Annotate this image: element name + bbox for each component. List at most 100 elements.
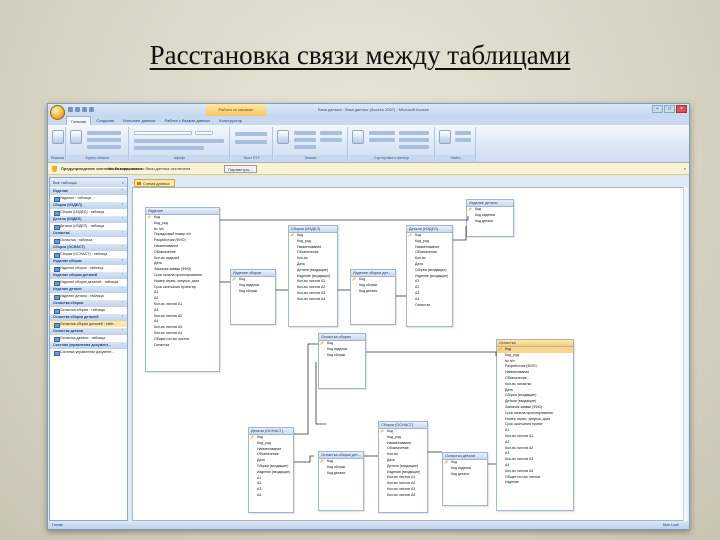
selection-button[interactable]: [399, 131, 429, 135]
nav-table-item[interactable]: Оснастка сборки деталей : табл...: [50, 321, 127, 328]
nav-group-header[interactable]: Система управления документ... ⌃: [50, 342, 127, 349]
spelling-button[interactable]: [320, 138, 342, 142]
delete-record-button[interactable]: [294, 145, 316, 149]
nav-group-header[interactable]: Оснастка детали ⌃: [50, 328, 127, 335]
relationship-table[interactable]: Детали (ИЗДЕЛ)КодКод_родНаименованиеОбоз…: [406, 225, 453, 327]
table-title[interactable]: Изделие сборки: [231, 270, 275, 277]
font-name-select[interactable]: [134, 131, 192, 135]
nav-table-item[interactable]: Изделие сборки деталей : таблица: [50, 279, 127, 286]
nav-table-item[interactable]: Оснастка сборки : таблица: [50, 307, 127, 314]
nav-table-item[interactable]: Изделие : таблица: [50, 195, 127, 202]
table-title[interactable]: Оснастка сборки дет...: [319, 452, 363, 459]
table-title[interactable]: Изделие сборки дет...: [351, 270, 395, 277]
sort-asc-button[interactable]: [369, 131, 395, 135]
relationship-table[interactable]: Изделие деталиКодКод изделияКод детали: [466, 199, 514, 237]
cut-button[interactable]: [87, 131, 121, 135]
maximize-icon[interactable]: □: [664, 105, 675, 113]
save-record-button[interactable]: [294, 138, 316, 142]
filter-icon[interactable]: [352, 130, 364, 144]
relationship-table[interactable]: Сборки (ИЗДЕЛ)КодКод_родНаименованиеОбоз…: [288, 225, 338, 327]
table-field[interactable]: Код детали: [443, 472, 487, 478]
table-field[interactable]: Изделие: [497, 480, 573, 486]
nav-table-item[interactable]: Детали (ИЗДЕЛ) : таблица: [50, 223, 127, 230]
tab-design[interactable]: Конструктор: [215, 116, 246, 125]
collapse-icon[interactable]: ⌃: [121, 342, 124, 349]
office-button-icon[interactable]: [50, 105, 65, 120]
doc-tab-relationships[interactable]: Схема данных: [134, 179, 176, 187]
nav-group-header[interactable]: Сборки (ИЗДЕЛ) ⌃: [50, 202, 127, 209]
nav-group-header[interactable]: Изделие ⌃: [50, 188, 127, 195]
replace-button[interactable]: [455, 131, 471, 135]
new-record-button[interactable]: [294, 131, 316, 135]
relationship-table[interactable]: Оснастка сборки дет...КодКод сборкиКод д…: [318, 451, 364, 511]
font-color-buttons[interactable]: [134, 146, 204, 150]
advanced-filter-button[interactable]: [399, 138, 429, 142]
nav-group-header[interactable]: Детали (ИЗДЕЛ) ⌃: [50, 216, 127, 223]
collapse-icon[interactable]: ⌃: [121, 272, 124, 279]
nav-group-header[interactable]: Изделие детали ⌃: [50, 286, 127, 293]
security-options-button[interactable]: Параметры...: [224, 165, 257, 173]
table-field[interactable]: Кол-во листов А4: [289, 297, 337, 303]
sort-desc-button[interactable]: [369, 138, 395, 142]
nav-group-header[interactable]: Изделие сборки ⌃: [50, 258, 127, 265]
relationship-table[interactable]: ОснасткаКодКод_род№ п/пРазработчик (ФИО)…: [496, 339, 574, 511]
vertical-scrollbar[interactable]: [683, 187, 688, 521]
table-title[interactable]: Сборки (ОСНАСТ): [379, 422, 427, 429]
nav-table-item[interactable]: Система управления документ...: [50, 349, 127, 356]
relationship-table[interactable]: ИзделиеКодКод_род№ п/пПорядковый номер п…: [145, 207, 220, 372]
table-field[interactable]: Кол-во листов А4: [379, 493, 427, 499]
collapse-icon[interactable]: ⌃: [121, 188, 124, 195]
collapse-icon[interactable]: ⌃: [121, 202, 124, 209]
relationship-table[interactable]: Оснастка деталиКодКод изделияКод детали: [442, 452, 488, 506]
copy-button[interactable]: [87, 138, 121, 142]
collapse-icon[interactable]: ⌃: [121, 286, 124, 293]
nav-table-item[interactable]: Изделие сборки : таблица: [50, 265, 127, 272]
nav-group-header[interactable]: Оснастка сборки деталей ⌃: [50, 314, 127, 321]
view-icon[interactable]: [52, 130, 64, 144]
collapse-icon[interactable]: ⌃: [121, 314, 124, 321]
nav-group-header[interactable]: Оснастка ⌃: [50, 230, 127, 237]
collapse-icon[interactable]: ⌃: [121, 230, 124, 237]
collapse-icon[interactable]: ⌃: [121, 300, 124, 307]
nav-table-item[interactable]: Изделие детали : таблица: [50, 293, 127, 300]
collapse-icon[interactable]: ⌃: [121, 244, 124, 251]
tab-database-tools[interactable]: Работа с базами данных: [160, 116, 214, 125]
close-bar-icon[interactable]: ×: [684, 163, 686, 175]
relationship-table[interactable]: Оснастка сборкиКодКод изделияКод сборки: [318, 333, 366, 389]
nav-table-item[interactable]: Сборки (ИЗДЕЛ) : таблица: [50, 209, 127, 216]
table-title[interactable]: Изделие: [146, 208, 219, 215]
table-title[interactable]: Сборки (ИЗДЕЛ): [289, 226, 337, 233]
shutter-bar-icon[interactable]: «: [122, 178, 124, 187]
table-field[interactable]: А4: [249, 493, 293, 499]
relationship-table[interactable]: Изделие сборкиКодКод изделияКод сборки: [230, 269, 276, 325]
totals-button[interactable]: [320, 131, 342, 135]
table-field[interactable]: Код детали: [319, 471, 363, 477]
refresh-icon[interactable]: [277, 130, 289, 144]
table-title[interactable]: Оснастка сборки: [319, 334, 365, 341]
tab-home[interactable]: Главная: [66, 116, 92, 125]
nav-group-header[interactable]: Изделие сборки деталей ⌃: [50, 272, 127, 279]
font-format-buttons[interactable]: [134, 139, 224, 143]
quick-access-toolbar[interactable]: [68, 107, 94, 112]
rtf-align-buttons[interactable]: [235, 140, 267, 144]
nav-table-item[interactable]: Оснастка детали : таблица: [50, 335, 127, 342]
nav-group-header[interactable]: Оснастка сборки ⌃: [50, 300, 127, 307]
rtf-buttons[interactable]: [235, 132, 267, 136]
collapse-icon[interactable]: ⌃: [121, 258, 124, 265]
paste-icon[interactable]: [70, 130, 82, 144]
table-title[interactable]: Оснастка: [497, 340, 573, 347]
close-icon[interactable]: ×: [676, 105, 687, 113]
find-icon[interactable]: [439, 130, 451, 144]
table-field[interactable]: Код детали: [467, 219, 513, 225]
minimize-icon[interactable]: –: [652, 105, 663, 113]
table-field[interactable]: Код сборки: [319, 353, 365, 359]
font-size-select[interactable]: [195, 131, 213, 135]
table-title[interactable]: Детали (ИЗДЕЛ): [407, 226, 452, 233]
goto-button[interactable]: [455, 138, 471, 142]
table-field[interactable]: Оснастка: [407, 303, 452, 309]
tab-external-data[interactable]: Внешние данные: [119, 116, 159, 125]
nav-pane-header[interactable]: Все таблицы «: [50, 178, 127, 187]
relationship-table[interactable]: Детали (ОСНАСТ)КодКод_родНаименованиеОбо…: [248, 427, 294, 513]
table-title[interactable]: Изделие детали: [467, 200, 513, 207]
nav-group-header[interactable]: Сборки (ОСНАСТ) ⌃: [50, 244, 127, 251]
